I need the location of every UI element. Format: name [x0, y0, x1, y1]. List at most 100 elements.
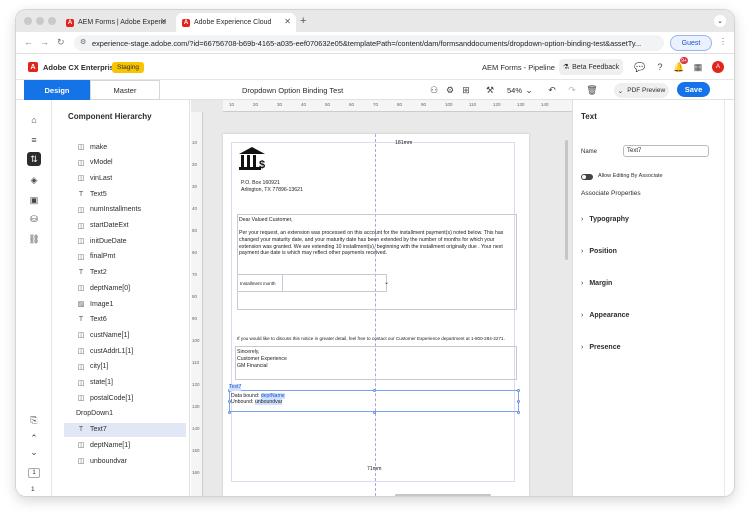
chevron-down-icon[interactable]: ⌄	[384, 280, 389, 288]
list-item[interactable]: ◫ numInstallments	[76, 203, 186, 217]
field-icon: ◫	[77, 253, 85, 261]
section-appearance[interactable]: › Appearance	[581, 312, 629, 319]
new-tab-icon[interactable]: +	[300, 15, 306, 27]
list-item[interactable]: ▨ Image1	[76, 297, 186, 311]
closing-box[interactable]	[235, 346, 517, 380]
list-item[interactable]: ◫ startDateExt	[76, 219, 186, 233]
body-text-box[interactable]	[237, 214, 517, 310]
list-item[interactable]: ◫ finalPmt	[76, 250, 186, 264]
save-button[interactable]: Save	[677, 82, 710, 97]
chevron-right-icon: ›	[581, 248, 584, 255]
canvas-vscrollbar[interactable]	[565, 140, 568, 260]
resize-handle[interactable]	[373, 411, 376, 414]
text-icon: T	[78, 426, 84, 434]
site-info-icon[interactable]: ⚙	[80, 38, 86, 46]
list-item[interactable]: T Text2	[76, 266, 186, 280]
feedback-icon[interactable]: 💬	[634, 61, 646, 73]
home-icon[interactable]: ⌂	[28, 114, 40, 126]
section-presence[interactable]: › Presence	[581, 344, 620, 351]
list-item[interactable]: ◫ deptName[1]	[76, 438, 186, 452]
list-item[interactable]: ◫ initDueDate	[76, 234, 186, 248]
close-icon[interactable]: ✕	[160, 17, 167, 26]
tab-master[interactable]: Master	[90, 80, 160, 100]
trash-icon[interactable]: 🗑	[586, 84, 598, 96]
guest-profile-button[interactable]: Guest	[670, 35, 712, 51]
redo-icon[interactable]: ↷	[566, 84, 578, 96]
canvas-hscrollbar[interactable]	[395, 494, 491, 496]
window-close-dot[interactable]	[24, 17, 32, 25]
ruler-tick: 40	[192, 206, 198, 211]
resize-handle[interactable]	[228, 411, 231, 414]
list-item[interactable]: ◫ city[1]	[76, 360, 186, 374]
image-icon[interactable]: ▣	[28, 194, 40, 206]
list-item[interactable]: ◫ vinLast	[76, 171, 186, 185]
hammer-icon[interactable]: ⚒	[484, 84, 496, 96]
list-item[interactable]: ◫ vModel	[76, 156, 186, 170]
pdf-preview-label: PDF Preview	[627, 87, 666, 94]
list-item-label: deptName[1]	[90, 441, 131, 449]
zoom-level[interactable]: 54%	[507, 86, 522, 95]
browser-tab-experience-cloud[interactable]: A Adobe Experience Cloud ✕	[176, 13, 296, 32]
forward-icon[interactable]: →	[40, 37, 49, 47]
resize-handle[interactable]	[373, 389, 376, 392]
bank-logo-icon[interactable]: $	[238, 146, 268, 177]
properties-scrollbar[interactable]	[724, 100, 730, 496]
list-item[interactable]: DropDown1	[76, 407, 186, 421]
tab-design[interactable]: Design	[24, 80, 90, 100]
pdf-preview-button[interactable]: ⌄ PDF Preview	[614, 83, 669, 98]
ruler-tick: 80	[397, 102, 403, 107]
list-item[interactable]: ◫ unboundvar	[76, 454, 186, 468]
ruler-tick: 90	[421, 102, 427, 107]
page-settings-icon[interactable]: ⎘	[28, 414, 40, 426]
database-icon[interactable]: ⛁	[28, 213, 40, 225]
resize-handle[interactable]	[517, 411, 520, 414]
list-item[interactable]: ◫ custAddrL1[1]	[76, 344, 186, 358]
avatar[interactable]: A	[712, 61, 724, 73]
page-thumbnail[interactable]: 1	[28, 468, 40, 478]
document-title: Dropdown Option Binding Test	[242, 86, 344, 95]
browser-menu-icon[interactable]: ⋮	[719, 37, 727, 46]
chevron-down-icon[interactable]: ⌄	[523, 84, 535, 96]
ruler-tick: 60	[349, 102, 355, 107]
list-item[interactable]: T Text6	[76, 313, 186, 327]
chevron-up-icon[interactable]: ⌃	[28, 432, 40, 444]
ruler-tick: 130	[517, 102, 525, 107]
section-position[interactable]: › Position	[581, 248, 617, 255]
browser-window: A AEM Forms | Adobe Experie ✕ A Adobe Ex…	[16, 10, 734, 496]
cube-icon[interactable]: ◈	[28, 174, 40, 186]
section-margin[interactable]: › Margin	[581, 280, 612, 287]
link-icon[interactable]: ⛓	[28, 233, 40, 245]
browser-tab-aem-forms[interactable]: A AEM Forms | Adobe Experie ✕	[60, 13, 172, 32]
window-zoom-dot[interactable]	[48, 17, 56, 25]
name-input[interactable]: Text7	[623, 145, 709, 157]
hierarchy-icon[interactable]: ⇅	[27, 152, 41, 166]
tab-design-label: Design	[44, 85, 70, 95]
list-item[interactable]: T Text5	[76, 187, 186, 201]
close-icon[interactable]: ✕	[284, 17, 291, 26]
resize-handle[interactable]	[517, 389, 520, 392]
list-item[interactable]: ◫ state[1]	[76, 376, 186, 390]
back-icon[interactable]: ←	[24, 37, 33, 47]
settings-icon[interactable]: ⚙	[444, 84, 456, 96]
url-input[interactable]: ⚙ experience-stage.adobe.com/?id=6675670…	[74, 35, 664, 51]
user-edit-icon[interactable]: ⚇	[428, 84, 440, 96]
list-item[interactable]: ◫ make	[76, 140, 186, 154]
list-item[interactable]: ◫ custName[1]	[76, 328, 186, 342]
reload-icon[interactable]: ↻	[57, 37, 65, 48]
list-item-label: initDueDate	[90, 237, 127, 245]
apps-grid-icon[interactable]: ▦	[692, 61, 704, 73]
list-item[interactable]: ◫ postalCode[1]	[76, 391, 186, 405]
window-minimize-dot[interactable]	[36, 17, 44, 25]
help-icon[interactable]: ?	[654, 61, 666, 73]
list-item[interactable]: ◫ deptName[0]	[76, 281, 186, 295]
section-typography[interactable]: › Typography	[581, 216, 629, 223]
menu-icon[interactable]: ≡	[28, 134, 40, 146]
chevron-down-icon[interactable]: ⌄	[714, 15, 726, 27]
resize-handle[interactable]	[517, 400, 520, 403]
allow-editing-toggle[interactable]	[581, 174, 593, 180]
list-item[interactable]: T Text7	[64, 422, 186, 437]
beta-feedback-button[interactable]: ⚗ Beta Feedback	[559, 59, 623, 75]
undo-icon[interactable]: ↶	[546, 84, 558, 96]
layout-icon[interactable]: ⊞	[460, 84, 472, 96]
chevron-down-icon[interactable]: ⌄	[28, 446, 40, 458]
